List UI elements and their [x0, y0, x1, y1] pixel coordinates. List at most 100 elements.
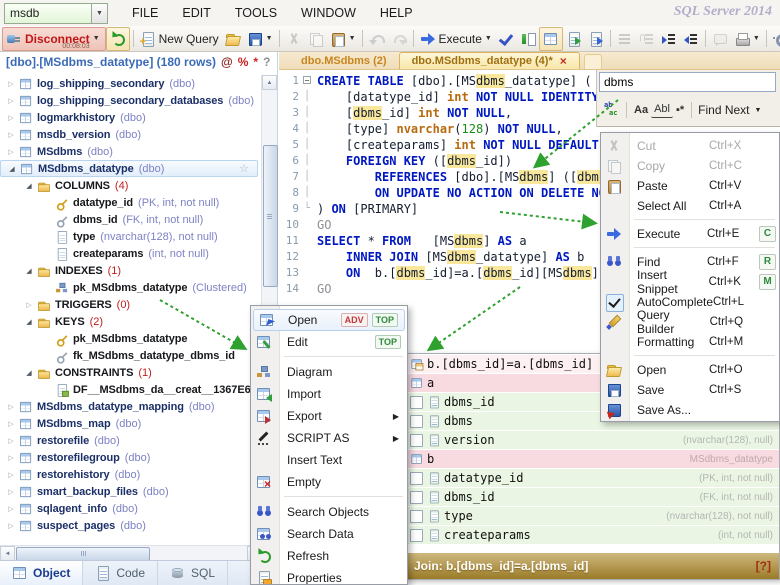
- fold-collapse-icon[interactable]: −: [299, 73, 315, 89]
- header-mark[interactable]: *: [253, 55, 258, 69]
- chevron-down-icon[interactable]: ▼: [266, 35, 273, 42]
- tree-item-msdb_version[interactable]: ▷msdb_version(dbo): [0, 126, 262, 143]
- object-header-marks[interactable]: @%*?: [216, 55, 270, 69]
- header-mark[interactable]: %: [238, 55, 249, 69]
- replace-button[interactable]: [600, 100, 622, 120]
- new-query-button[interactable]: New Query: [137, 28, 222, 50]
- expand-icon[interactable]: ▷: [4, 454, 18, 462]
- menu-item-save[interactable]: SaveCtrl+S: [601, 380, 779, 400]
- checkbox[interactable]: [410, 510, 423, 523]
- chevron-down-icon[interactable]: ▼: [93, 35, 100, 42]
- collapse-icon[interactable]: ◢: [22, 182, 36, 190]
- expand-icon[interactable]: ▷: [4, 80, 18, 88]
- tree-item-TRIGGERS[interactable]: ▷TRIGGERS(0): [0, 296, 262, 313]
- regex-button[interactable]: ▪*: [673, 102, 687, 118]
- menu-item-execute[interactable]: ExecuteCtrl+EC: [601, 224, 779, 244]
- match-case-button[interactable]: Aa: [631, 102, 651, 118]
- indent-button[interactable]: [658, 28, 680, 50]
- scroll-up-icon[interactable]: ▲: [262, 75, 277, 90]
- outdent-button[interactable]: [680, 28, 702, 50]
- chevron-down-icon[interactable]: ▼: [753, 35, 760, 42]
- tree-item-createparams[interactable]: createparams(int, not null): [0, 245, 262, 262]
- menu-item-refresh[interactable]: Refresh: [251, 545, 407, 567]
- join-popup-row-dbms_id[interactable]: dbms_id(FK, int, not null): [406, 488, 779, 507]
- menu-item-window[interactable]: WINDOW: [289, 6, 368, 20]
- menu-item-select-all[interactable]: Select AllCtrl+A: [601, 196, 779, 216]
- menu-item-diagram[interactable]: Diagram: [251, 361, 407, 383]
- tree-item-logmarkhistory[interactable]: ▷logmarkhistory(dbo): [0, 109, 262, 126]
- database-selector[interactable]: msdb ▼: [4, 3, 108, 24]
- disconnect-button[interactable]: Disconnect▼00:08:03: [2, 27, 106, 51]
- validate-button[interactable]: [495, 28, 517, 50]
- comment-button[interactable]: [709, 28, 731, 50]
- tree-item-DF__MSdbms_da__creat__1367E60[interactable]: DF__MSdbms_da__creat__1367E60: [0, 381, 262, 398]
- collapse-icon[interactable]: ◢: [22, 267, 36, 275]
- expand-icon[interactable]: ▷: [4, 437, 18, 445]
- collapse-icon[interactable]: ◢: [22, 318, 36, 326]
- collapse-icon[interactable]: ◢: [22, 369, 36, 377]
- scroll-left-icon[interactable]: ◄: [0, 546, 15, 561]
- menu-item-insert-snippet[interactable]: Insert SnippetCtrl+KM: [601, 272, 779, 292]
- checkbox[interactable]: [410, 415, 423, 428]
- grid-button[interactable]: [539, 27, 563, 51]
- export-script-button[interactable]: [585, 28, 607, 50]
- expand-icon[interactable]: ▷: [4, 403, 18, 411]
- chevron-down-icon[interactable]: ▼: [349, 35, 356, 42]
- checkbox[interactable]: [410, 396, 423, 409]
- undo-button[interactable]: [366, 28, 388, 50]
- join-popup-row-createparams[interactable]: createparams(int, not null): [406, 526, 779, 545]
- tree-item-restorefile[interactable]: ▷restorefile(dbo): [0, 432, 262, 449]
- menu-item-open[interactable]: OpenADVTOP: [253, 309, 405, 331]
- tree-item-dbms_id[interactable]: dbms_id(FK, int, not null): [0, 211, 262, 228]
- save-button[interactable]: ▼: [244, 28, 276, 50]
- header-mark[interactable]: ?: [263, 55, 270, 69]
- tree-item-fk_MSdbms_datatype_dbms_id[interactable]: fk_MSdbms_datatype_dbms_id: [0, 347, 262, 364]
- panel-tab-sql[interactable]: SQL: [158, 561, 228, 585]
- copy-button[interactable]: [305, 28, 327, 50]
- chevron-down-icon[interactable]: ▼: [485, 35, 492, 42]
- menu-item-import[interactable]: Import: [251, 383, 407, 405]
- join-popup-row-type[interactable]: type(nvarchar(128), not null): [406, 507, 779, 526]
- tree-item-KEYS[interactable]: ◢KEYS(2): [0, 313, 262, 330]
- menu-item-copy[interactable]: CopyCtrl+C: [601, 156, 779, 176]
- menu-item-file[interactable]: FILE: [120, 6, 170, 20]
- tree-item-sqlagent_info[interactable]: ▷sqlagent_info(dbo): [0, 500, 262, 517]
- editor-tab[interactable]: dbo.MSdbms_datatype (4)*×: [399, 52, 580, 69]
- list-button[interactable]: [614, 28, 636, 50]
- menu-item-script-as[interactable]: SCRIPT AS▶: [251, 427, 407, 449]
- menu-item-edit[interactable]: EditTOP: [251, 331, 407, 353]
- menu-item-export[interactable]: Export▶: [251, 405, 407, 427]
- checkbox[interactable]: [410, 472, 423, 485]
- tree-item-MSdbms_map[interactable]: ▷MSdbms_map(dbo): [0, 415, 262, 432]
- menu-item-edit[interactable]: EDIT: [170, 6, 222, 20]
- menu-item-insert-text[interactable]: Insert Text: [251, 449, 407, 471]
- tree-item-INDEXES[interactable]: ◢INDEXES(1): [0, 262, 262, 279]
- menu-item-search-objects[interactable]: Search Objects: [251, 501, 407, 523]
- panel-tab-object[interactable]: Object: [0, 561, 83, 585]
- tree-item-MSdbms_datatype[interactable]: ◢MSdbms_datatype(dbo)☆: [0, 160, 258, 177]
- collapse-icon[interactable]: ◢: [5, 165, 19, 173]
- expand-icon[interactable]: ▷: [4, 471, 18, 479]
- gear-button[interactable]: [770, 28, 780, 50]
- tree-item-type[interactable]: type(nvarchar(128), not null): [0, 228, 262, 245]
- menu-item-query-builder[interactable]: Query BuilderCtrl+Q: [601, 312, 779, 332]
- menu-item-search-data[interactable]: Search Data: [251, 523, 407, 545]
- menu-item-help[interactable]: HELP: [368, 6, 425, 20]
- menu-item-properties[interactable]: Properties: [251, 567, 407, 585]
- folder-open-button[interactable]: [222, 28, 244, 50]
- expand-icon[interactable]: ▷: [4, 420, 18, 428]
- whole-word-button[interactable]: Abl: [651, 102, 673, 118]
- tree-item-smart_backup_files[interactable]: ▷smart_backup_files(dbo): [0, 483, 262, 500]
- scrollbar-thumb[interactable]: [263, 145, 278, 287]
- expand-icon[interactable]: ▷: [4, 131, 18, 139]
- menu-item-open[interactable]: OpenCtrl+O: [601, 360, 779, 380]
- scrollbar-thumb[interactable]: [16, 547, 150, 561]
- paste-button[interactable]: ▼: [327, 28, 359, 50]
- menu-item-cut[interactable]: CutCtrl+X: [601, 136, 779, 156]
- search-input[interactable]: [599, 72, 776, 92]
- expand-icon[interactable]: ▷: [4, 114, 18, 122]
- chevron-down-icon[interactable]: ▼: [91, 4, 107, 23]
- redo-button[interactable]: [388, 28, 410, 50]
- checkbox[interactable]: [410, 491, 423, 504]
- editor-tab[interactable]: dbo.MSdbms (2): [289, 53, 399, 69]
